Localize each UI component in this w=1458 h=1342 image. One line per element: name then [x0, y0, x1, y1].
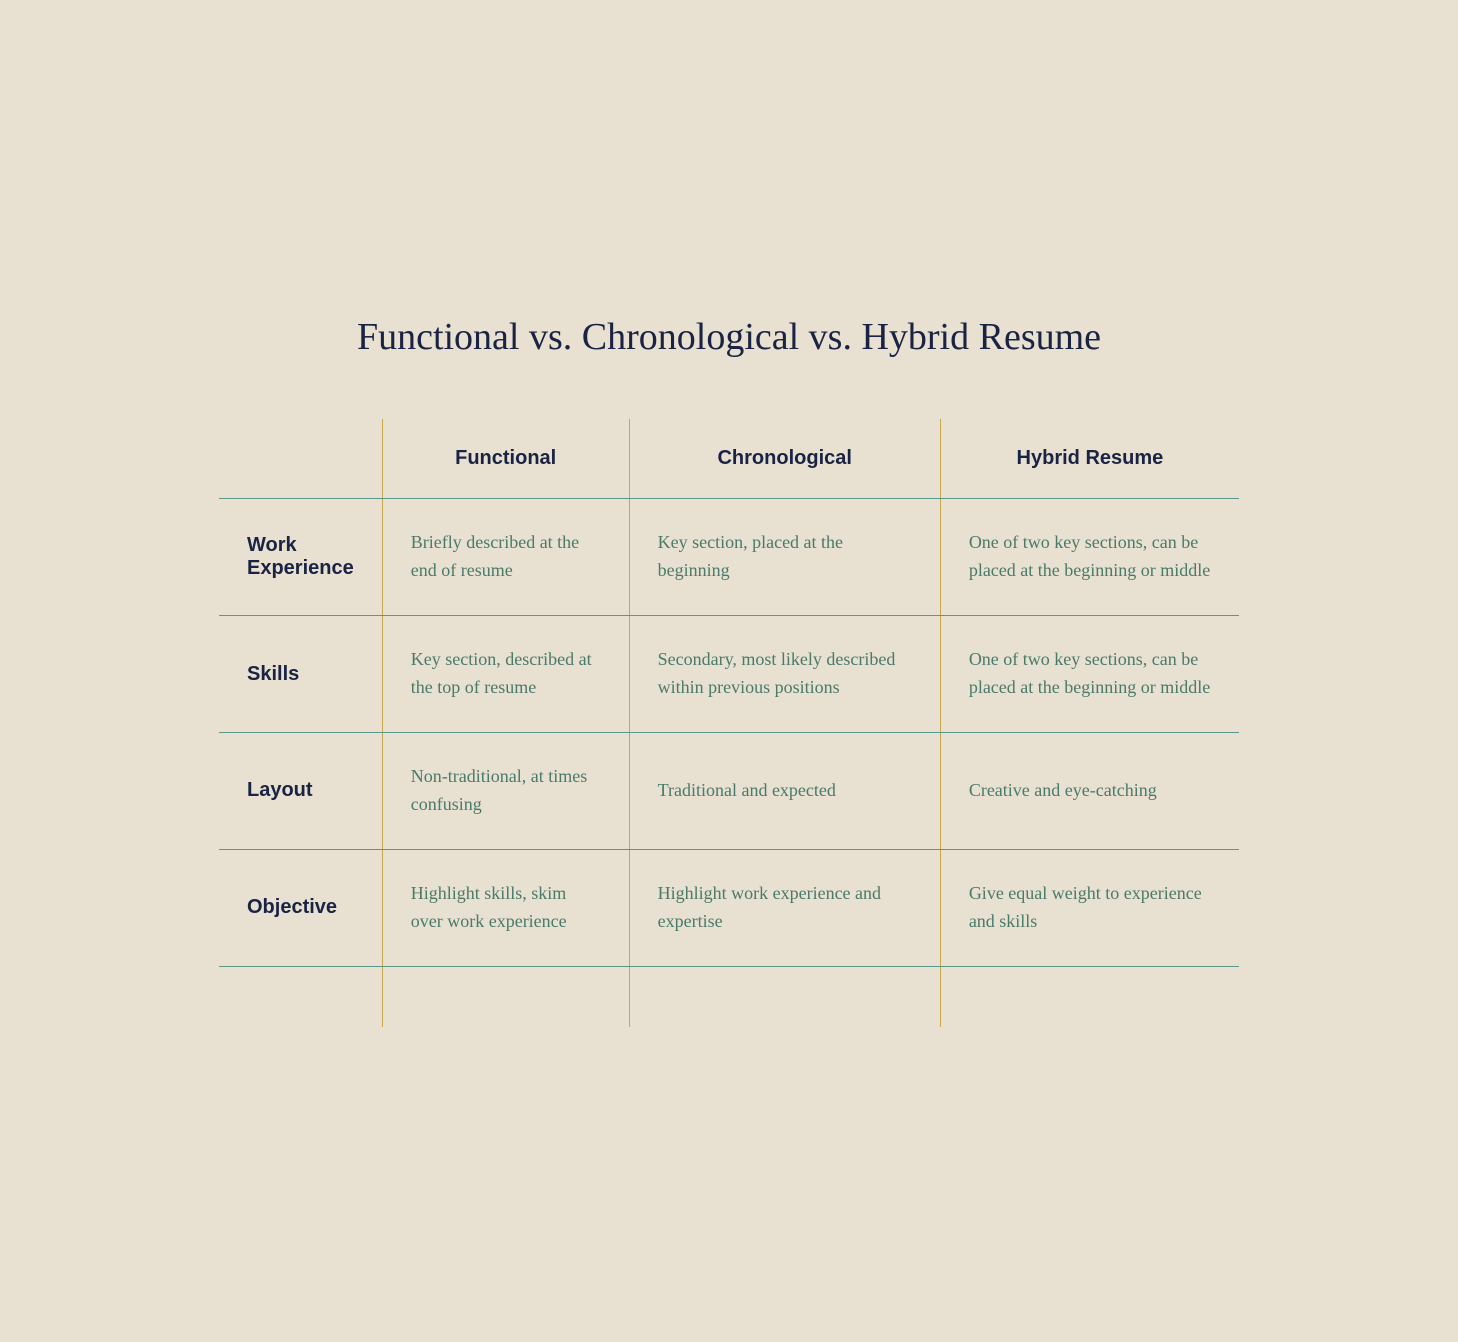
row-label-3: Objective — [219, 849, 382, 966]
table-row: LayoutNon-traditional, at times confusin… — [219, 733, 1239, 850]
row-label-1: Skills — [219, 616, 382, 733]
page-title: Functional vs. Chronological vs. Hybrid … — [219, 315, 1239, 359]
header-empty — [219, 419, 382, 499]
chronological-cell-0: Key section, placed at the beginning — [629, 499, 940, 616]
spacer-cell — [629, 966, 940, 1027]
spacer-cell — [219, 966, 382, 1027]
comparison-table: Functional Chronological Hybrid Resume W… — [219, 419, 1239, 1026]
header-chronological: Chronological — [629, 419, 940, 499]
functional-cell-0: Briefly described at the end of resume — [382, 499, 629, 616]
functional-cell-1: Key section, described at the top of res… — [382, 616, 629, 733]
hybrid-cell-0: One of two key sections, can be placed a… — [940, 499, 1239, 616]
hybrid-cell-1: One of two key sections, can be placed a… — [940, 616, 1239, 733]
chronological-cell-3: Highlight work experience and expertise — [629, 849, 940, 966]
functional-cell-3: Highlight skills, skim over work experie… — [382, 849, 629, 966]
table-row: ObjectiveHighlight skills, skim over wor… — [219, 849, 1239, 966]
spacer-cell — [382, 966, 629, 1027]
header-functional: Functional — [382, 419, 629, 499]
functional-cell-2: Non-traditional, at times confusing — [382, 733, 629, 850]
chronological-cell-2: Traditional and expected — [629, 733, 940, 850]
row-label-2: Layout — [219, 733, 382, 850]
spacer-cell — [940, 966, 1239, 1027]
table-row: SkillsKey section, described at the top … — [219, 616, 1239, 733]
table-row: Work ExperienceBriefly described at the … — [219, 499, 1239, 616]
header-hybrid: Hybrid Resume — [940, 419, 1239, 499]
hybrid-cell-3: Give equal weight to experience and skil… — [940, 849, 1239, 966]
header-row: Functional Chronological Hybrid Resume — [219, 419, 1239, 499]
chronological-cell-1: Secondary, most likely described within … — [629, 616, 940, 733]
hybrid-cell-2: Creative and eye-catching — [940, 733, 1239, 850]
row-label-0: Work Experience — [219, 499, 382, 616]
main-container: Functional vs. Chronological vs. Hybrid … — [179, 255, 1279, 1086]
